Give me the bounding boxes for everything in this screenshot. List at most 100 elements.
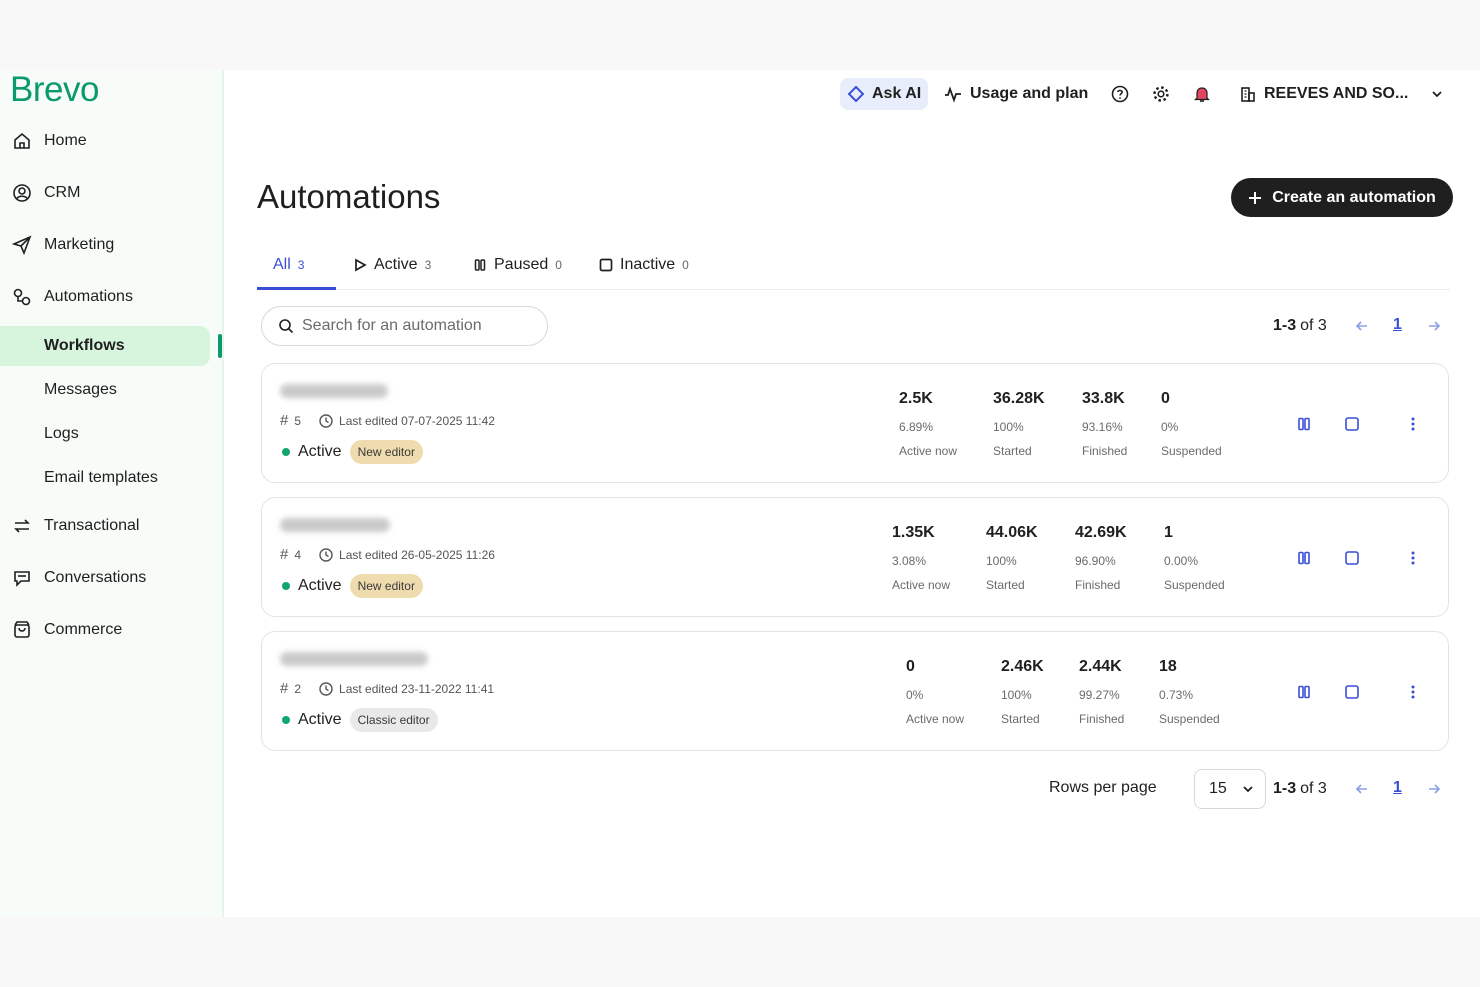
stat-label: Suspended <box>1159 712 1220 726</box>
rows-per-page-label: Rows per page <box>1049 779 1157 796</box>
contacts-icon <box>12 183 32 203</box>
pause-button[interactable] <box>1294 414 1314 434</box>
tab-inactive[interactable]: Inactive 0 <box>599 240 689 290</box>
page-number-link[interactable]: 1 <box>1393 316 1402 334</box>
arrow-right-icon[interactable] <box>1424 779 1444 799</box>
tab-count: 3 <box>424 258 432 272</box>
sidebar-item-marketing[interactable]: Marketing <box>0 225 220 265</box>
stat-label: Active now <box>906 712 965 726</box>
automation-name-redacted <box>280 384 388 398</box>
sidebar-item-logs[interactable]: Logs <box>0 414 220 454</box>
more-options-button[interactable] <box>1403 548 1423 568</box>
help-icon[interactable] <box>1110 84 1130 104</box>
status-text: Active <box>298 711 342 728</box>
search-input[interactable] <box>302 317 522 335</box>
stat-percent: 0.00% <box>1164 554 1199 568</box>
stat-value: 1.35K <box>892 524 935 541</box>
automation-card[interactable]: # 2 Last edited 23-11-2022 11:41 Active … <box>261 631 1449 751</box>
automation-icon <box>12 287 32 307</box>
sidebar-item-label: CRM <box>44 184 81 201</box>
stat-percent: 96.90% <box>1075 554 1116 568</box>
diamond-icon <box>848 86 864 102</box>
account-switcher[interactable]: REEVES AND SO... <box>1240 78 1444 110</box>
sidebar-item-home[interactable]: Home <box>0 121 220 161</box>
page-number-link[interactable]: 1 <box>1393 779 1402 797</box>
pause-icon <box>1298 417 1310 431</box>
stat-value: 2.5K <box>899 390 933 407</box>
sidebar-item-messages[interactable]: Messages <box>0 370 220 410</box>
tab-paused[interactable]: Paused 0 <box>473 240 562 290</box>
stop-icon <box>1345 551 1359 565</box>
search-box[interactable] <box>261 306 548 346</box>
stat-label: Finished <box>1075 578 1121 592</box>
gear-icon[interactable] <box>1151 84 1171 104</box>
sidebar-item-crm[interactable]: CRM <box>0 173 220 213</box>
automation-id: 2 <box>294 681 302 696</box>
bag-icon <box>12 620 32 640</box>
stat-label: Finished <box>1082 444 1128 458</box>
stat-finished: 33.8K 93.16% Finished <box>1082 390 1127 458</box>
brevo-logo[interactable]: Brevo <box>10 70 99 110</box>
stat-percent: 0% <box>906 688 924 702</box>
sidebar-item-label: Workflows <box>44 337 125 354</box>
rows-per-page-select[interactable]: 15 <box>1194 769 1266 809</box>
pagination-top: 1-3 of 3 1 <box>1273 314 1448 338</box>
play-icon <box>355 258 367 272</box>
sidebar-item-email-templates[interactable]: Email templates <box>0 458 220 498</box>
home-icon <box>12 131 32 151</box>
stat-started: 36.28K 100% Started <box>993 390 1045 458</box>
stat-percent: 100% <box>993 420 1024 434</box>
stop-icon <box>1345 417 1359 431</box>
last-edited: Last edited 23-11-2022 11:41 <box>339 681 495 696</box>
clock-icon <box>319 681 333 696</box>
automation-meta: # 2 Last edited 23-11-2022 11:41 <box>280 680 494 697</box>
stop-icon <box>1345 685 1359 699</box>
arrow-left-icon[interactable] <box>1352 316 1372 336</box>
stat-suspended: 18 0.73% Suspended <box>1159 658 1220 726</box>
sidebar-item-conversations[interactable]: Conversations <box>0 558 220 598</box>
automation-card[interactable]: # 4 Last edited 26-05-2025 11:26 Active … <box>261 497 1449 617</box>
stat-label: Suspended <box>1161 444 1222 458</box>
tab-all[interactable]: All 3 <box>273 240 304 290</box>
usage-and-plan-button[interactable]: Usage and plan <box>944 78 1088 110</box>
automation-name-redacted <box>280 652 428 666</box>
stop-button[interactable] <box>1342 414 1362 434</box>
sidebar-item-automations[interactable]: Automations <box>0 277 220 317</box>
stop-button[interactable] <box>1342 682 1362 702</box>
automation-card[interactable]: # 5 Last edited 07-07-2025 11:42 Active … <box>261 363 1449 483</box>
create-automation-button[interactable]: Create an automation <box>1231 178 1453 217</box>
stop-button[interactable] <box>1342 548 1362 568</box>
stat-finished: 2.44K 99.27% Finished <box>1079 658 1124 726</box>
sidebar-item-label: Home <box>44 132 87 149</box>
pause-button[interactable] <box>1294 682 1314 702</box>
sidebar-item-label: Conversations <box>44 569 147 586</box>
ask-ai-button[interactable]: Ask AI <box>840 78 928 110</box>
hash-icon: # <box>280 680 289 697</box>
stat-percent: 0% <box>1161 420 1179 434</box>
arrow-left-icon[interactable] <box>1352 779 1372 799</box>
pause-button[interactable] <box>1294 548 1314 568</box>
tab-active[interactable]: Active 3 <box>353 240 431 290</box>
sidebar-item-commerce[interactable]: Commerce <box>0 610 220 650</box>
stat-value: 42.69K <box>1075 524 1127 541</box>
stat-active-now: 0 0% Active now <box>906 658 964 726</box>
more-options-button[interactable] <box>1403 414 1423 434</box>
stat-value: 0 <box>1161 390 1170 407</box>
stat-label: Started <box>986 578 1025 592</box>
more-options-button[interactable] <box>1403 682 1423 702</box>
automation-id: 5 <box>294 413 302 428</box>
company-name: REEVES AND SO... <box>1264 85 1409 102</box>
stat-percent: 99.27% <box>1079 688 1120 702</box>
arrow-right-icon[interactable] <box>1424 316 1444 336</box>
sidebar-item-transactional[interactable]: Transactional <box>0 506 220 546</box>
pause-icon <box>1298 551 1310 565</box>
sidebar: Brevo Home CRM Marketing Automations Wor… <box>0 70 224 917</box>
stat-value: 36.28K <box>993 390 1045 407</box>
bell-icon[interactable] <box>1192 84 1212 104</box>
stat-label: Active now <box>899 444 958 458</box>
stat-label: Started <box>993 444 1032 458</box>
stat-finished: 42.69K 96.90% Finished <box>1075 524 1127 592</box>
automation-meta: # 5 Last edited 07-07-2025 11:42 <box>280 412 495 429</box>
sidebar-item-workflows[interactable]: Workflows <box>0 326 210 366</box>
status-tabs: All 3 Active 3 Paused 0 Inactive 0 <box>257 240 1450 290</box>
